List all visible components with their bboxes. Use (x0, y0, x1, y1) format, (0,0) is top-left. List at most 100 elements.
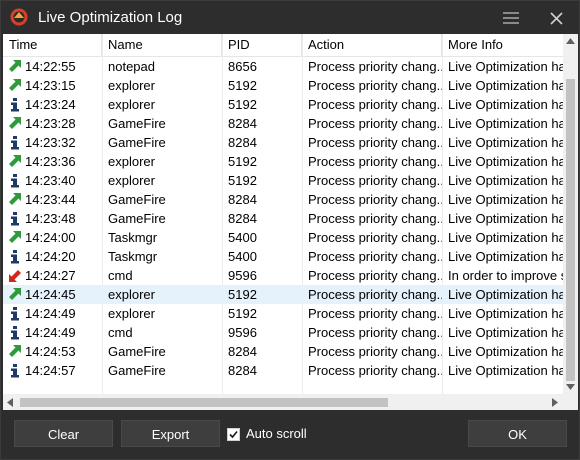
more-info-cell: Live Optimization has (448, 116, 563, 131)
action-cell: Process priority chang... (308, 192, 442, 207)
action-cell: Process priority chang... (308, 325, 442, 340)
table-row[interactable]: 14:24:00 Taskmgr 5400 Process priority chan… (3, 228, 563, 247)
scroll-up-arrow-icon[interactable] (566, 38, 575, 44)
name-cell: cmd (108, 268, 133, 283)
more-info-cell: Live Optimization has (448, 154, 563, 169)
name-cell: GameFire (108, 211, 166, 226)
horizontal-scrollbar[interactable] (3, 394, 563, 410)
column-header-name[interactable]: Name (102, 34, 222, 56)
pid-cell: 8284 (228, 211, 257, 226)
table-row[interactable]: 14:23:32 GameFire 8284 Process priority cha… (3, 133, 563, 152)
pid-cell: 9596 (228, 325, 257, 340)
table-row[interactable]: 14:24:49 explorer 5192 Process priority cha… (3, 304, 563, 323)
clear-button[interactable]: Clear (14, 420, 113, 447)
hamburger-menu-icon (503, 12, 519, 24)
more-info-cell: Live Optimization has (448, 325, 563, 340)
close-button[interactable] (544, 7, 568, 29)
pid-cell: 9596 (228, 268, 257, 283)
scroll-right-arrow-icon[interactable] (552, 398, 558, 407)
action-cell: Process priority chang... (308, 59, 442, 74)
time-cell: 14:24:49 (25, 306, 76, 321)
more-info-cell: Live Optimization has (448, 97, 563, 112)
title-bar[interactable]: Live Optimization Log (1, 1, 579, 34)
action-cell: Process priority chang... (308, 97, 442, 112)
auto-scroll-checkbox[interactable] (227, 428, 240, 441)
scroll-down-arrow-icon[interactable] (566, 384, 575, 390)
auto-scroll-label[interactable]: Auto scroll (246, 426, 307, 441)
column-header-more-info[interactable]: More Info (442, 34, 563, 56)
action-cell: Process priority chang... (308, 211, 442, 226)
time-cell: 14:23:36 (25, 154, 76, 169)
live-optimization-log-window: Live Optimization Log Time Name PID Acti… (0, 0, 580, 460)
pid-cell: 5192 (228, 306, 257, 321)
table-row[interactable]: 14:23:40 explorer 5192 Process priority cha… (3, 171, 563, 190)
action-cell: Process priority chang... (308, 344, 442, 359)
more-info-cell: Live Optimization has (448, 211, 563, 226)
pid-cell: 8284 (228, 135, 257, 150)
table-row[interactable]: 14:23:28 GameFire 8284 Process priority cha… (3, 114, 563, 133)
pid-cell: 5400 (228, 249, 257, 264)
table-row[interactable]: 14:23:15 explorer 5192 Process priority cha… (3, 76, 563, 95)
table-row[interactable]: 14:24:45 explorer 5192 Process priority cha… (3, 285, 563, 304)
name-cell: explorer (108, 97, 155, 112)
table-row[interactable]: 14:23:44 GameFire 8284 Process priority cha… (3, 190, 563, 209)
window-title: Live Optimization Log (38, 9, 183, 26)
name-cell: GameFire (108, 192, 166, 207)
more-info-cell: Live Optimization has (448, 306, 563, 321)
name-cell: GameFire (108, 116, 166, 131)
more-info-cell: In order to improve sy (448, 268, 563, 283)
vertical-scroll-thumb[interactable] (566, 79, 575, 381)
time-cell: 14:23:32 (25, 135, 76, 150)
time-cell: 14:23:44 (25, 192, 76, 207)
table-header: Time Name PID Action More Info (3, 34, 563, 57)
name-cell: notepad (108, 59, 155, 74)
export-button[interactable]: Export (121, 420, 220, 447)
more-info-cell: Live Optimization has (448, 344, 563, 359)
table-row[interactable]: 14:24:53 GameFire 8284 Process priority cha… (3, 342, 563, 361)
log-rows: 14:22:55 notepad 8656 Process priority chan… (3, 57, 563, 380)
table-row[interactable]: 14:24:49 cmd 9596 Process priority chang...… (3, 323, 563, 342)
name-cell: explorer (108, 78, 155, 93)
more-info-cell: Live Optimization has (448, 59, 563, 74)
table-row[interactable]: 14:23:48 GameFire 8284 Process priority cha… (3, 209, 563, 228)
table-row[interactable]: 14:23:36 explorer 5192 Process priority cha… (3, 152, 563, 171)
action-cell: Process priority chang... (308, 173, 442, 188)
column-header-pid[interactable]: PID (222, 34, 302, 56)
table-row[interactable]: 14:24:27 cmd 9596 Process priority chang...… (3, 266, 563, 285)
action-cell: Process priority chang... (308, 116, 442, 131)
time-cell: 14:24:57 (25, 363, 76, 378)
table-row[interactable]: 14:23:24 explorer 5192 Process priority cha… (3, 95, 563, 114)
action-cell: Process priority chang... (308, 249, 442, 264)
log-table[interactable]: Time Name PID Action More Info 14:22:55 n… (3, 34, 578, 410)
vertical-scrollbar[interactable] (563, 34, 578, 394)
name-cell: Taskmgr (108, 230, 158, 245)
pid-cell: 5192 (228, 287, 257, 302)
action-cell: Process priority chang... (308, 268, 442, 283)
more-info-cell: Live Optimization has (448, 249, 563, 264)
ok-button[interactable]: OK (468, 420, 567, 447)
table-row[interactable]: 14:24:20 Taskmgr 5400 Process priority chan… (3, 247, 563, 266)
app-logo-icon (10, 8, 28, 26)
close-icon (549, 11, 563, 25)
pid-cell: 5192 (228, 97, 257, 112)
time-cell: 14:24:27 (25, 268, 76, 283)
pid-cell: 8284 (228, 363, 257, 378)
footer-bar: Clear Export Auto scroll OK (1, 410, 579, 459)
scroll-left-arrow-icon[interactable] (7, 398, 13, 407)
time-cell: 14:23:28 (25, 116, 76, 131)
column-header-action[interactable]: Action (302, 34, 442, 56)
table-row[interactable]: 14:22:55 notepad 8656 Process priority chan… (3, 57, 563, 76)
time-cell: 14:24:00 (25, 230, 76, 245)
action-cell: Process priority chang... (308, 287, 442, 302)
pid-cell: 8284 (228, 344, 257, 359)
horizontal-scroll-thumb[interactable] (20, 398, 388, 407)
table-row[interactable]: 14:24:57 GameFire 8284 Process priority cha… (3, 361, 563, 380)
time-cell: 14:24:53 (25, 344, 76, 359)
more-info-cell: Live Optimization has (448, 192, 563, 207)
column-header-time[interactable]: Time (3, 34, 102, 56)
more-info-cell: Live Optimization has (448, 173, 563, 188)
menu-button[interactable] (499, 7, 523, 29)
more-info-cell: Live Optimization has (448, 135, 563, 150)
pid-cell: 5192 (228, 154, 257, 169)
time-cell: 14:24:20 (25, 249, 76, 264)
